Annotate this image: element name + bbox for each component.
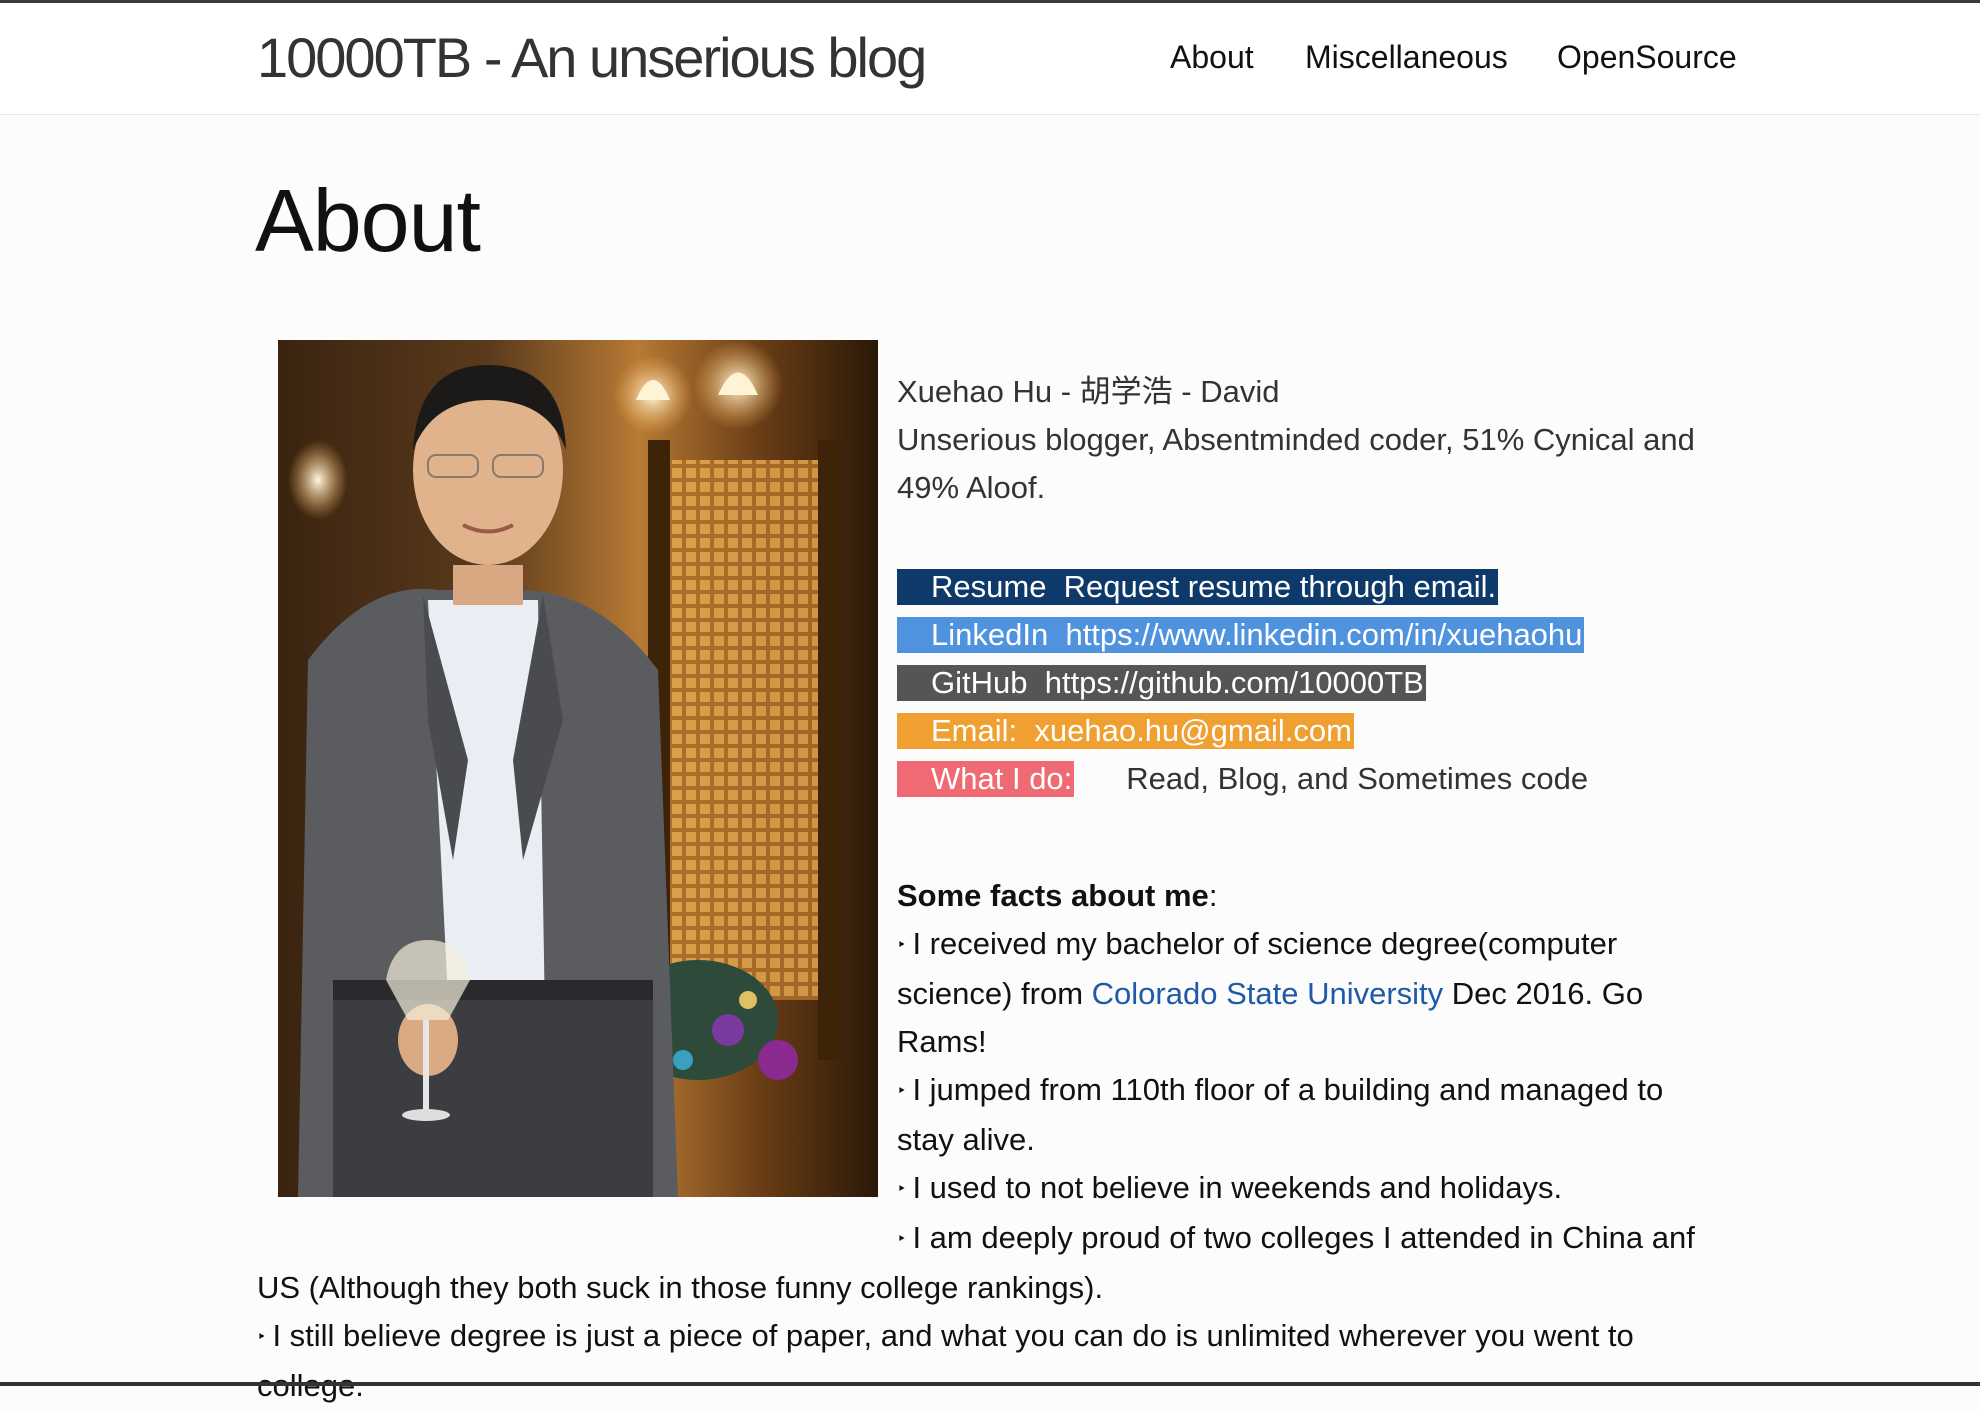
fact-4-text-b: US (Although they both suck in those fun… (257, 1270, 1104, 1305)
fact-1-text-b-pre: science) from (897, 976, 1092, 1011)
linkedin-link[interactable]: https://www.linkedin.com/in/xuehaohu (1065, 617, 1582, 652)
contact-links: Resume Request resume through email. Lin… (897, 563, 1588, 803)
profile-bio-line1: Unserious blogger, Absentminded coder, 5… (897, 422, 1695, 457)
facts-heading-colon: : (1208, 878, 1218, 913)
profile-info: Xuehao Hu - 胡学浩 - David Unserious blogge… (897, 368, 1747, 512)
linkedin-label: LinkedIn (931, 617, 1049, 652)
fact-2-line1: ‣ I jumped from 110th floor of a building… (257, 1066, 1737, 1116)
nav-link-opensource[interactable]: OpenSource (1557, 39, 1737, 76)
triangle-bullet-icon: ‣ (257, 1329, 267, 1346)
site-title-link[interactable]: 10000TB - An unserious blog (257, 25, 927, 90)
fact-3-line1: ‣ I used to not believe in weekends and h… (257, 1164, 1737, 1214)
fact-4-line1: ‣ I am deeply proud of two colleges I att… (257, 1214, 1737, 1264)
fact-1-line2: science) from Colorado State University … (257, 970, 1737, 1018)
navbar: 10000TB - An unserious blog About Miscel… (0, 3, 1980, 115)
github-tag: GitHub https://github.com/10000TB (897, 665, 1426, 701)
email-row: Email: xuehao.hu@gmail.com (897, 707, 1588, 755)
fact-4-line2: US (Although they both suck in those fun… (257, 1264, 1737, 1312)
fact-2-line2: stay alive. (257, 1116, 1737, 1164)
fact-1-text-c: Rams! (897, 1024, 987, 1059)
github-row: GitHub https://github.com/10000TB (897, 659, 1588, 707)
fact-5-line1: ‣ I still believe degree is just a piece … (257, 1312, 1737, 1362)
fact-5-text-a: I still believe degree is just a piece o… (272, 1318, 1634, 1353)
fact-1-line1: ‣ I received my bachelor of science degre… (257, 920, 1737, 970)
github-label: GitHub (931, 665, 1028, 700)
linkedin-row: LinkedIn https://www.linkedin.com/in/xue… (897, 611, 1588, 659)
whatido-row: What I do: Read, Blog, and Sometimes cod… (897, 755, 1588, 803)
triangle-bullet-icon: ‣ (897, 937, 907, 954)
profile-bio-line2: 49% Aloof. (897, 470, 1046, 505)
fact-1-text-a: I received my bachelor of science degree… (912, 926, 1618, 961)
triangle-bullet-icon: ‣ (897, 1083, 907, 1100)
resume-row: Resume Request resume through email. (897, 563, 1588, 611)
resume-label: Resume (931, 569, 1047, 604)
page-title: About (255, 171, 481, 270)
fact-2-text-b: stay alive. (897, 1122, 1035, 1157)
whatido-label: What I do: (931, 761, 1073, 796)
nav-link-miscellaneous[interactable]: Miscellaneous (1305, 39, 1508, 76)
email-link[interactable]: xuehao.hu@gmail.com (1034, 713, 1352, 748)
facts-heading: Some facts about me (897, 878, 1209, 913)
resume-tag: Resume Request resume through email. (897, 569, 1499, 605)
whatido-value: Read, Blog, and Sometimes code (1126, 761, 1589, 796)
github-link[interactable]: https://github.com/10000TB (1045, 665, 1424, 700)
linkedin-tag: LinkedIn https://www.linkedin.com/in/xue… (897, 617, 1585, 653)
triangle-bullet-icon: ‣ (897, 1181, 907, 1198)
fact-1-text-b-post: Dec 2016. Go (1443, 976, 1644, 1011)
email-tag: Email: xuehao.hu@gmail.com (897, 713, 1354, 749)
resume-value: Request resume through email. (1063, 569, 1497, 604)
facts-heading-row: Some facts about me: (257, 872, 1737, 920)
facts-section: Some facts about me: ‣ I received my bach… (257, 872, 1737, 1410)
nav-link-about[interactable]: About (1170, 39, 1254, 76)
colorado-state-university-link[interactable]: Colorado State University (1092, 976, 1444, 1011)
whatido-tag: What I do: (897, 761, 1075, 797)
profile-name: Xuehao Hu - 胡学浩 - David (897, 374, 1280, 409)
window-bottom-border (0, 1382, 1980, 1386)
fact-1-line3: Rams! (257, 1018, 1737, 1066)
fact-3-text: I used to not believe in weekends and ho… (912, 1170, 1563, 1205)
fact-2-text-a: I jumped from 110th floor of a building … (912, 1072, 1664, 1107)
fact-4-text-a: I am deeply proud of two colleges I atte… (912, 1220, 1695, 1255)
email-label: Email: (931, 713, 1018, 748)
triangle-bullet-icon: ‣ (897, 1231, 907, 1248)
fact-5-line2: college. (257, 1362, 1737, 1410)
